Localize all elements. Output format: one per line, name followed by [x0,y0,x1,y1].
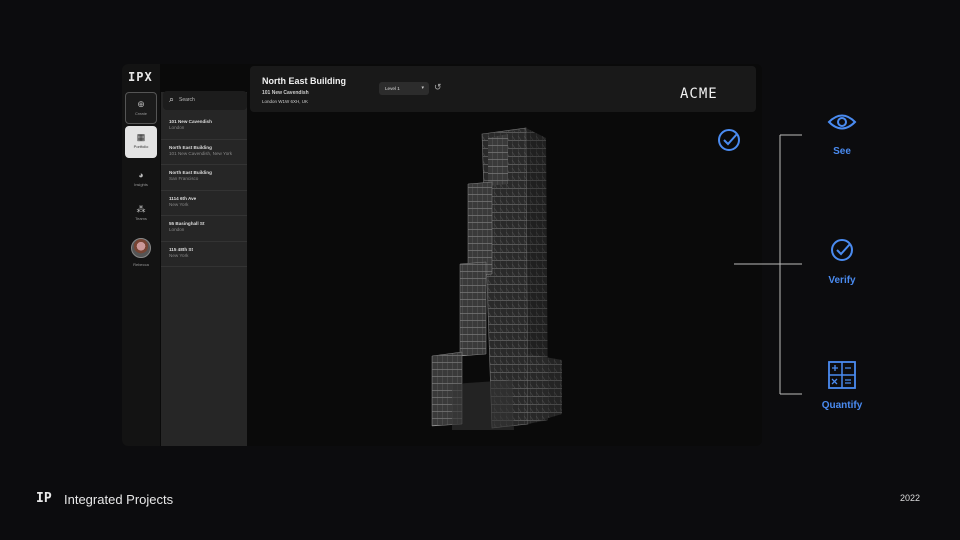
rail-label: Teams [135,216,147,221]
building-location: London [169,227,185,232]
year: 2022 [900,493,921,503]
rail-create-button[interactable]: ⊕ Create [125,92,157,124]
see-label: See [833,146,851,157]
level-value: Level 1 [385,86,400,91]
building-location: New York [169,201,189,207]
list-item[interactable]: North East Building 101 New Cavendish, N… [161,140,247,165]
search-placeholder: Search [179,97,195,103]
rail-portfolio-button[interactable]: ▦ Portfolio [125,126,157,158]
building-location: London [169,125,185,130]
list-item[interactable]: 101 New Cavendish London [161,114,247,140]
building-3d-model[interactable] [422,124,602,434]
list-item[interactable]: 115 48th St New York [161,242,247,267]
rail-label: Portfolio [133,144,149,149]
building-location: 101 New Cavendish, New York [169,150,233,156]
list-item[interactable]: North East Building San Francisco [161,165,247,191]
building-location: New York [169,252,189,258]
check-circle-icon [831,239,853,261]
avatar[interactable] [131,238,151,258]
rail-teams-button[interactable]: ⁂ Teams [125,198,157,230]
client-logo: ACME [680,86,718,102]
calculator-icon [828,361,856,389]
grid-icon: ▦ [136,132,146,142]
building-address: 101 New Cavendish [262,90,309,96]
ipx-logo: IPX [128,70,153,84]
building-header: North East Building 101 New Cavendish Lo… [250,66,756,112]
people-icon: ⁂ [136,204,146,214]
feature-connector [734,134,802,395]
building-city: London W1W 6XH, UK [262,99,309,104]
ip-logo: IP [36,491,52,506]
list-item[interactable]: 1114 6th Ave New York [161,191,247,216]
chevron-down-icon: ▾ [421,85,424,91]
plus-icon: ⊕ [137,99,145,109]
verify-label: Verify [828,275,856,286]
history-icon[interactable]: ↺ [434,82,442,93]
rail-insights-button[interactable]: ◕ Insights [125,164,157,196]
side-rail: IPX ⊕ Create ▦ Portfolio ◕ Insights ⁂ Te… [122,64,160,446]
company-name: Integrated Projects [64,492,174,507]
list-item[interactable]: 55 Basinghall St London [161,216,247,242]
quantify-label: Quantify [821,400,863,411]
pie-chart-icon: ◕ [138,170,144,180]
building-location: San Francisco [169,176,199,181]
level-select[interactable]: Level 1 ▾ [379,82,429,95]
rail-label: Insights [134,182,148,187]
rail-label: Create [134,111,147,116]
avatar-name: Rebecca [133,262,149,267]
building-list: 101 New Cavendish London North East Buil… [161,114,247,267]
search-input[interactable]: ⌕ Search [163,91,247,110]
eye-icon [827,114,857,130]
app-window: IPX ⊕ Create ▦ Portfolio ◕ Insights ⁂ Te… [122,64,762,446]
page-title: North East Building [262,76,346,86]
search-icon: ⌕ [169,94,175,104]
